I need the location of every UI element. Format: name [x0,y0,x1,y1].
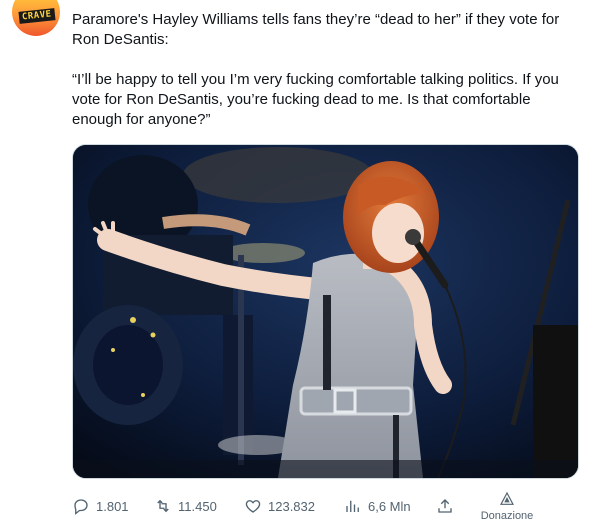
share-icon [438,499,452,513]
avatar[interactable]: CRAVE [12,0,60,36]
tweet-headline: Paramore's Hayley Williams tells fans th… [72,11,560,48]
reply-count: 1.801 [96,498,129,514]
concert-photo-illustration [73,145,578,478]
donate-icon [500,491,514,505]
reply-button[interactable]: 1.801 [72,494,129,518]
tweet-photo[interactable] [72,144,579,479]
donate-button[interactable]: Donazione [472,491,542,522]
retweet-button[interactable]: 11.450 [154,494,217,518]
tweet-actions: 1.801 11.450 123.832 6,6 Mln Donazione [72,491,587,522]
view-count: 6,6 Mln [368,498,411,514]
views-chart-icon [346,500,359,512]
reply-icon [74,499,88,515]
crave-logo: CRAVE [18,8,56,24]
heart-icon [245,500,261,513]
donate-label: Donazione [480,510,534,522]
like-count: 123.832 [268,498,315,514]
tweet-quote: “I’ll be happy to tell you I’m very fuck… [72,71,559,128]
like-button[interactable]: 123.832 [244,494,315,518]
views-button[interactable]: 6,6 Mln [344,494,411,518]
retweet-icon [157,499,169,513]
tweet-text: Paramore's Hayley Williams tells fans th… [72,10,584,130]
share-button[interactable] [436,494,454,518]
retweet-count: 11.450 [178,498,217,514]
